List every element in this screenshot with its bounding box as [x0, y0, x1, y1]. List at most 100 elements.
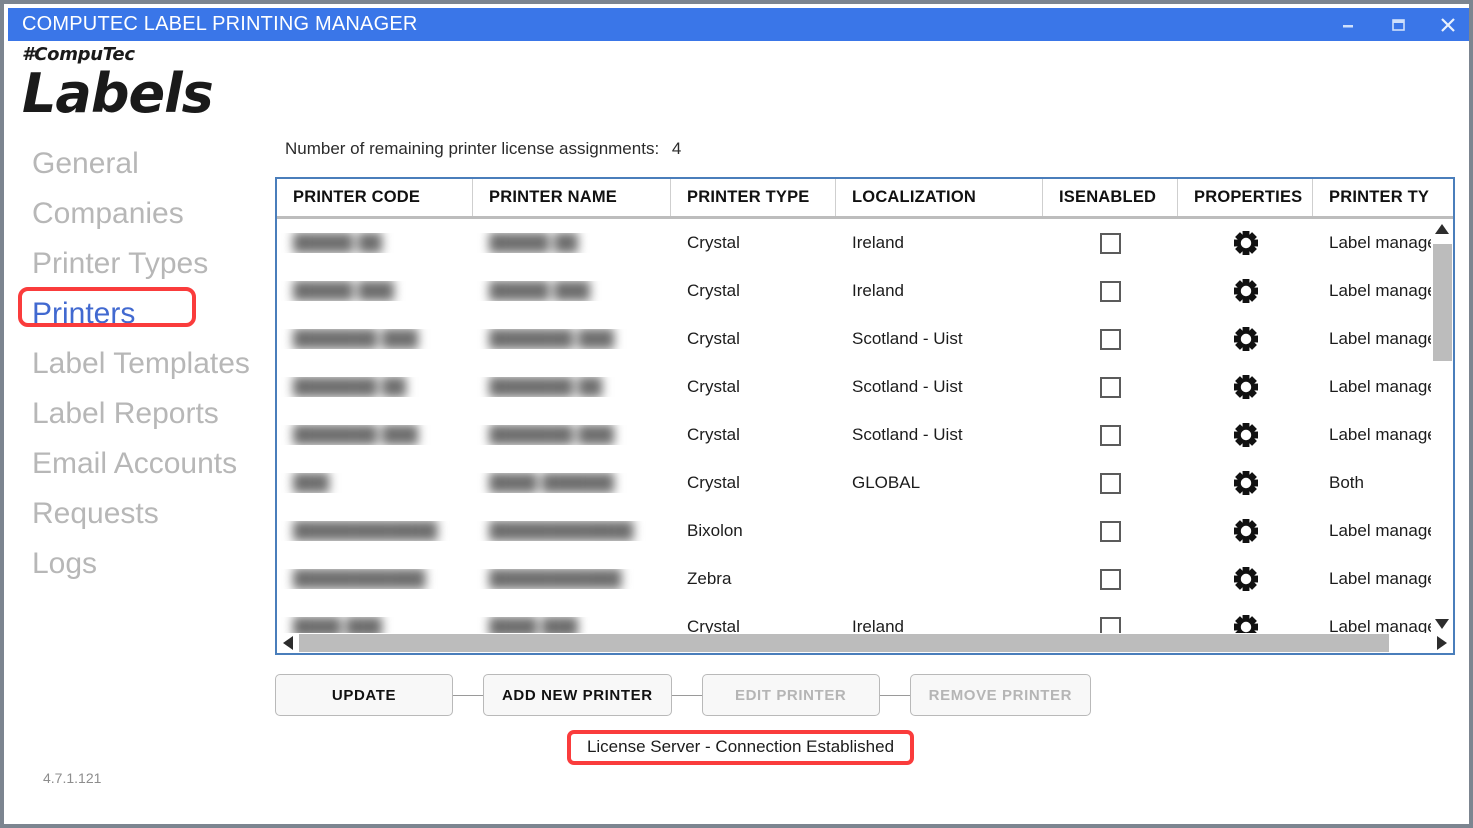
sidebar-item-companies[interactable]: Companies [4, 189, 269, 239]
column-header-isenabled[interactable]: ISENABLED [1043, 179, 1178, 216]
button-separator [880, 695, 910, 696]
cell-printer-type: Crystal [671, 281, 836, 301]
sidebar-item-printers[interactable]: Printers [4, 289, 269, 339]
properties-gear-button[interactable] [1233, 470, 1259, 496]
cell-isenabled [1043, 377, 1178, 398]
gear-icon [1233, 326, 1259, 352]
properties-gear-button[interactable] [1233, 566, 1259, 592]
status-area: License Server - Connection Established [4, 730, 1473, 765]
minimize-icon [1340, 17, 1356, 33]
cell-properties [1178, 230, 1313, 256]
license-assignments-count: 4 [672, 139, 681, 158]
table-row[interactable]: ███████ ██████CrystalGLOBALBoth [277, 459, 1453, 507]
close-button[interactable] [1423, 8, 1473, 41]
license-assignments-label: Number of remaining printer license assi… [285, 139, 659, 158]
isenabled-checkbox[interactable] [1100, 425, 1121, 446]
cell-printer-code: ███████ ███ [277, 329, 473, 349]
column-header-printer-type[interactable]: PRINTER TYPE [671, 179, 836, 216]
gear-icon [1233, 470, 1259, 496]
update-button[interactable]: UPDATE [275, 674, 453, 716]
cell-localization: Scotland - Uist [836, 377, 1043, 397]
printers-table: PRINTER CODE PRINTER NAME PRINTER TYPE L… [275, 177, 1455, 655]
remove-printer-button[interactable]: REMOVE PRINTER [910, 674, 1091, 716]
cell-printer-code: █████ ██ [277, 233, 473, 253]
action-button-bar: UPDATE ADD NEW PRINTER EDIT PRINTER REMO… [275, 674, 1455, 716]
table-row[interactable]: ████ ███████ ███CrystalIrelandLabel mana… [277, 603, 1453, 634]
isenabled-checkbox[interactable] [1100, 521, 1121, 542]
properties-gear-button[interactable] [1233, 326, 1259, 352]
horizontal-scrollbar[interactable] [277, 633, 1453, 653]
cell-printer-name: ███████████ [473, 569, 671, 589]
properties-gear-button[interactable] [1233, 422, 1259, 448]
cell-properties [1178, 326, 1313, 352]
sidebar-item-logs[interactable]: Logs [4, 539, 269, 589]
properties-gear-button[interactable] [1233, 374, 1259, 400]
edit-printer-button[interactable]: EDIT PRINTER [702, 674, 880, 716]
isenabled-checkbox[interactable] [1100, 281, 1121, 302]
isenabled-checkbox[interactable] [1100, 377, 1121, 398]
window-title: COMPUTEC LABEL PRINTING MANAGER [8, 13, 418, 36]
isenabled-checkbox[interactable] [1100, 617, 1121, 635]
redacted-value: ███████ ███ [489, 425, 614, 445]
isenabled-checkbox[interactable] [1100, 329, 1121, 350]
redacted-value: ████ ██████ [489, 473, 614, 493]
cell-printer-code: ███ [277, 473, 473, 493]
window-controls [1323, 8, 1473, 41]
cell-printer-code: ███████████ [277, 569, 473, 589]
table-row[interactable]: ██████████████████████ZebraLabel manage [277, 555, 1453, 603]
table-header-row: PRINTER CODE PRINTER NAME PRINTER TYPE L… [277, 179, 1453, 219]
properties-gear-button[interactable] [1233, 230, 1259, 256]
column-header-printer-name[interactable]: PRINTER NAME [473, 179, 671, 216]
add-new-printer-button[interactable]: ADD NEW PRINTER [483, 674, 672, 716]
column-header-printer-ty[interactable]: PRINTER TY [1313, 179, 1453, 216]
table-row[interactable]: ███████ ██████████ ███CrystalScotland - … [277, 315, 1453, 363]
triangle-left-icon [283, 636, 293, 650]
scroll-up-button[interactable] [1431, 219, 1453, 239]
scroll-left-button[interactable] [277, 633, 299, 653]
horizontal-scroll-thumb[interactable] [299, 634, 1389, 652]
cell-printer-type: Crystal [671, 233, 836, 253]
table-row[interactable]: █████ ███████ ██CrystalIrelandLabel mana… [277, 219, 1453, 267]
properties-gear-button[interactable] [1233, 518, 1259, 544]
restore-button[interactable] [1373, 8, 1423, 41]
properties-gear-button[interactable] [1233, 614, 1259, 634]
cell-printer-name: █████ ██ [473, 233, 671, 253]
license-server-status: License Server - Connection Established [587, 737, 894, 757]
redacted-value: █████ ██ [489, 233, 578, 253]
cell-localization: Ireland [836, 233, 1043, 253]
sidebar-item-label-reports[interactable]: Label Reports [4, 389, 269, 439]
sidebar-item-label-templates[interactable]: Label Templates [4, 339, 269, 389]
redacted-value: ████████████ [293, 521, 438, 541]
horizontal-scroll-track[interactable] [299, 634, 1431, 652]
isenabled-checkbox[interactable] [1100, 473, 1121, 494]
cell-printer-type: Crystal [671, 377, 836, 397]
table-row[interactable]: █████ ████████ ███CrystalIrelandLabel ma… [277, 267, 1453, 315]
minimize-button[interactable] [1323, 8, 1373, 41]
isenabled-checkbox[interactable] [1100, 233, 1121, 254]
column-header-localization[interactable]: LOCALIZATION [836, 179, 1043, 216]
scroll-right-button[interactable] [1431, 633, 1453, 653]
column-header-printer-code[interactable]: PRINTER CODE [277, 179, 473, 216]
column-header-properties[interactable]: PROPERTIES [1178, 179, 1313, 216]
sidebar-item-email-accounts[interactable]: Email Accounts [4, 439, 269, 489]
table-row[interactable]: ███████ ██████████ ███CrystalScotland - … [277, 411, 1453, 459]
triangle-down-icon [1435, 619, 1449, 629]
properties-gear-button[interactable] [1233, 278, 1259, 304]
sidebar-item-requests[interactable]: Requests [4, 489, 269, 539]
isenabled-checkbox[interactable] [1100, 569, 1121, 590]
cell-isenabled [1043, 521, 1178, 542]
sidebar-item-general[interactable]: General [4, 139, 269, 189]
scroll-down-button[interactable] [1431, 614, 1453, 634]
vertical-scroll-thumb[interactable] [1433, 244, 1452, 361]
vertical-scrollbar[interactable] [1431, 219, 1453, 634]
sidebar-item-printer-types[interactable]: Printer Types [4, 239, 269, 289]
gear-icon [1233, 230, 1259, 256]
cell-isenabled [1043, 329, 1178, 350]
cell-isenabled [1043, 425, 1178, 446]
gear-icon [1233, 566, 1259, 592]
cell-properties [1178, 566, 1313, 592]
redacted-value: ███████ ███ [489, 329, 614, 349]
table-row[interactable]: ███████ █████████ ██CrystalScotland - Ui… [277, 363, 1453, 411]
table-row[interactable]: ████████████████████████BixolonLabel man… [277, 507, 1453, 555]
redacted-value: ████████████ [489, 521, 634, 541]
